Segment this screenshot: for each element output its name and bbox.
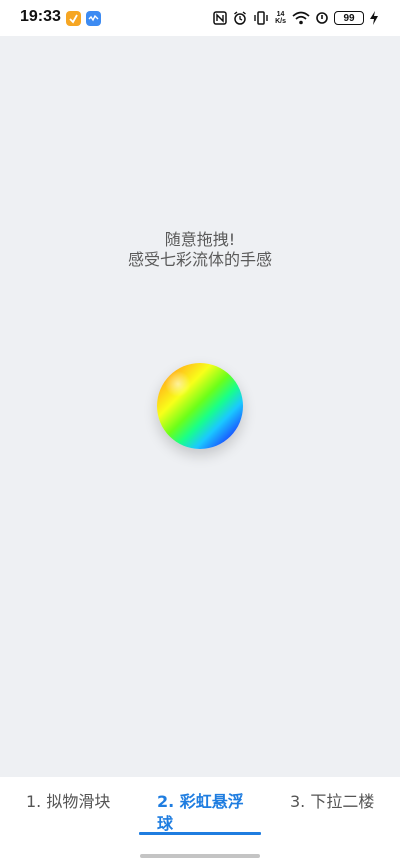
status-bar: 19:33 14 K/s 99 (0, 0, 400, 36)
ball-highlight (165, 371, 191, 397)
bottom-tab-bar: 1. 拟物滑块 2. 彩虹悬浮球 3. 下拉二楼 (0, 777, 400, 865)
status-icons: 14 K/s 99 (213, 9, 378, 27)
status-time: 19:33 (20, 8, 61, 25)
drag-hint: 随意拖拽! 感受七彩流体的手感 (0, 230, 400, 270)
vibrate-icon (253, 11, 269, 25)
tab-selected-indicator (139, 832, 261, 835)
charging-icon (370, 11, 378, 25)
net-speed: 14 K/s (275, 11, 286, 25)
app-orange-icon (66, 11, 81, 26)
tab-skeuomorphic-slider[interactable]: 1. 拟物滑块 (26, 791, 126, 813)
hint-line-2: 感受七彩流体的手感 (127, 250, 272, 269)
tab-pull-down-second-floor[interactable]: 3. 下拉二楼 (290, 791, 390, 813)
hint-line-1: 随意拖拽! (164, 230, 236, 249)
nfc-icon (213, 11, 227, 25)
net-speed-value: 14 (276, 11, 285, 18)
app-blue-icon (86, 11, 101, 26)
battery-level: 99 (343, 12, 355, 24)
rainbow-ball[interactable] (157, 363, 243, 449)
tab-rainbow-ball[interactable]: 2. 彩虹悬浮球 (157, 791, 253, 835)
alarm-icon (233, 11, 247, 25)
net-speed-unit: K/s (275, 18, 286, 25)
home-indicator[interactable] (140, 854, 260, 858)
battery-icon: 99 (334, 11, 364, 25)
wifi-icon (292, 11, 310, 25)
mute-icon (316, 11, 328, 25)
